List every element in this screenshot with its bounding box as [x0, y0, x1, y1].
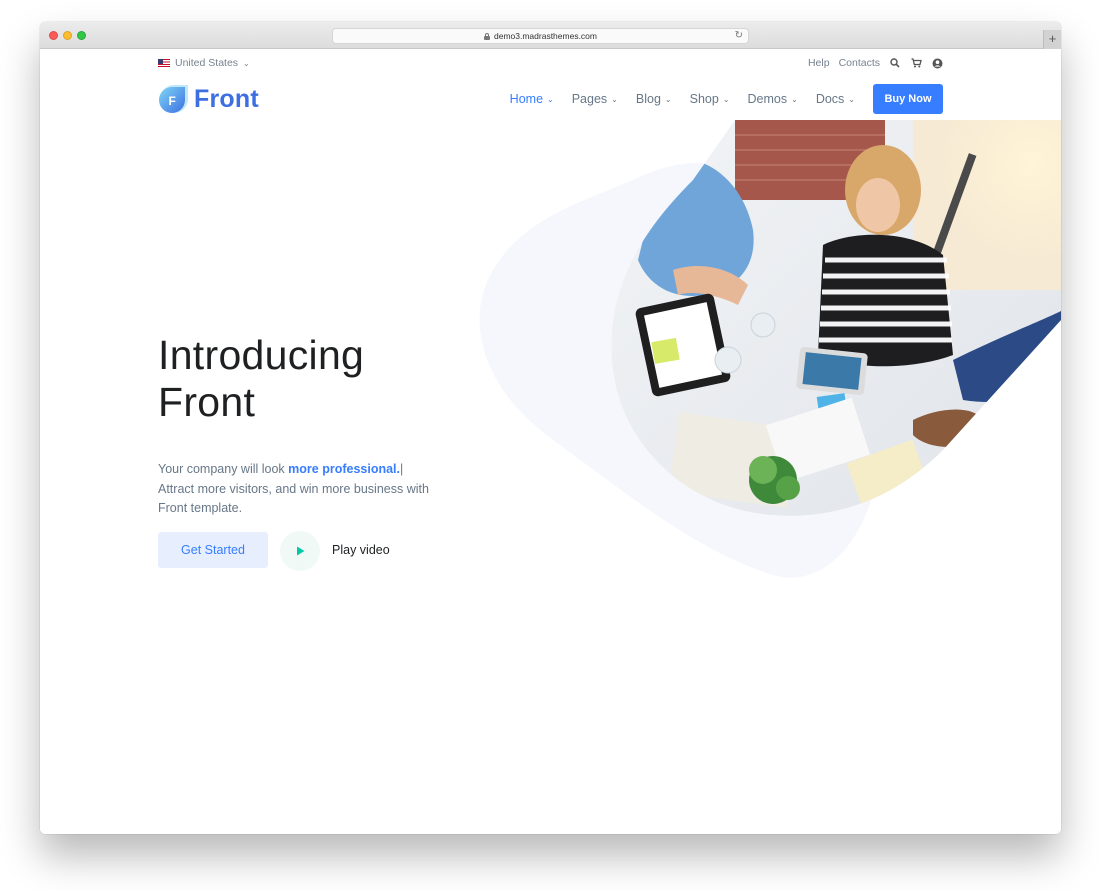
- nav-item-pages[interactable]: Pages ⌄: [572, 92, 618, 106]
- hero-image: [479, 120, 1061, 578]
- chevron-down-icon: ⌄: [243, 58, 250, 68]
- user-icon[interactable]: [931, 57, 943, 69]
- reload-icon[interactable]: ↻: [735, 30, 743, 41]
- nav-item-label: Pages: [571, 92, 608, 106]
- top-links: Help Contacts: [808, 57, 943, 69]
- play-video-label[interactable]: Play video: [332, 543, 390, 557]
- nav-item-docs[interactable]: Docs ⌄: [816, 92, 855, 106]
- typing-cursor: |: [400, 462, 404, 476]
- hero-title-line1: Introducing: [158, 332, 365, 378]
- chevron-down-icon: ⌄: [611, 94, 618, 104]
- chevron-down-icon: ⌄: [722, 94, 730, 104]
- contacts-link[interactable]: Contacts: [839, 57, 880, 69]
- brand-logo[interactable]: F Front: [158, 83, 259, 115]
- chevron-down-icon: ⌄: [547, 94, 554, 104]
- hero-description: Your company will look more professional…: [158, 460, 458, 519]
- address-bar[interactable]: demo3.madrasthemes.com ↻: [332, 28, 749, 44]
- url-text: demo3.madrasthemes.com: [494, 31, 597, 41]
- hero-title: Introducing Front: [158, 332, 364, 426]
- chevron-down-icon: ⌄: [848, 94, 855, 104]
- nav-item-label: Blog: [635, 92, 661, 106]
- locale-selector[interactable]: United States ⌄: [158, 57, 250, 69]
- nav-item-label: Shop: [689, 92, 719, 106]
- nav-item-home[interactable]: Home ⌄: [510, 92, 554, 106]
- nav-item-shop[interactable]: Shop ⌄: [690, 92, 730, 106]
- cart-icon[interactable]: [910, 57, 922, 69]
- play-video-button[interactable]: [280, 531, 320, 571]
- hero-desc-rest: Attract more visitors, and win more busi…: [158, 481, 429, 516]
- us-flag-icon: [158, 59, 170, 67]
- minimize-window-button[interactable]: [63, 31, 72, 40]
- search-icon[interactable]: [889, 57, 901, 69]
- top-utility-bar: United States ⌄ Help Contacts: [158, 57, 943, 71]
- locale-label: United States: [175, 57, 239, 69]
- hero-desc-emphasis: more professional.: [288, 462, 401, 476]
- brand-name: Front: [194, 84, 259, 113]
- hero-desc-prefix: Your company will look: [158, 462, 289, 476]
- buy-now-button[interactable]: Buy Now: [873, 84, 943, 114]
- main-navbar: F Front Home ⌄ Pages ⌄ Blog ⌄ Shop ⌄ Dem…: [158, 83, 943, 115]
- chevron-down-icon: ⌄: [664, 94, 672, 104]
- lock-icon: [484, 32, 490, 40]
- close-window-button[interactable]: [49, 31, 58, 40]
- nav-menu: Home ⌄ Pages ⌄ Blog ⌄ Shop ⌄ Demos ⌄ Docs ⌄: [510, 83, 855, 115]
- hero-title-line2: Front: [158, 379, 256, 425]
- nav-item-label: Docs: [815, 92, 845, 106]
- zoom-window-button[interactable]: [77, 31, 86, 40]
- get-started-button[interactable]: Get Started: [158, 532, 268, 568]
- nav-item-label: Demos: [747, 92, 788, 106]
- play-icon: [297, 546, 305, 556]
- help-link[interactable]: Help: [808, 57, 830, 69]
- nav-item-label: Home: [509, 92, 544, 106]
- web-page: United States ⌄ Help Contacts F Front Ho…: [40, 50, 1061, 834]
- chevron-down-icon: ⌄: [791, 94, 798, 104]
- front-logo-icon: F: [158, 84, 188, 114]
- logo-mark-letter: F: [169, 94, 176, 108]
- nav-item-demos[interactable]: Demos ⌄: [748, 92, 798, 106]
- new-tab-button[interactable]: +: [1043, 30, 1061, 49]
- browser-titlebar: demo3.madrasthemes.com ↻ +: [40, 22, 1061, 49]
- nav-item-blog[interactable]: Blog ⌄: [636, 92, 672, 106]
- browser-window: demo3.madrasthemes.com ↻ + United States…: [40, 22, 1061, 834]
